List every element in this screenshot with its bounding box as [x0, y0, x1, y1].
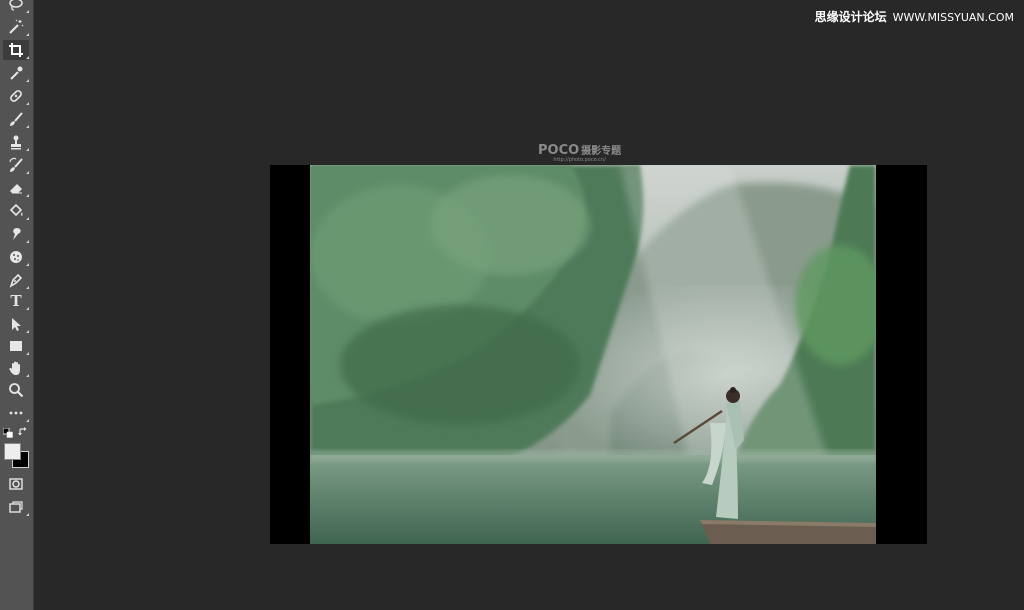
poco-subtitle: 摄影专题: [581, 146, 622, 157]
foreground-color-swatch[interactable]: [4, 443, 21, 460]
document-canvas-area[interactable]: [35, 0, 1024, 610]
type-icon: T: [10, 291, 22, 310]
path-selection-tool[interactable]: [3, 314, 29, 334]
poco-logo: POCO 摄影专题 http://photo.poco.cn/: [538, 141, 621, 163]
pen-tool[interactable]: [3, 270, 29, 290]
rectangle-tool[interactable]: [3, 336, 29, 356]
healing-brush-tool[interactable]: [3, 86, 29, 106]
healing-brush-icon: [10, 90, 22, 102]
clone-stamp-icon: [11, 135, 21, 150]
paint-bucket-tool[interactable]: [3, 201, 29, 221]
zoom-tool[interactable]: [3, 380, 29, 400]
hand-icon: [9, 361, 20, 375]
zoom-icon: [9, 383, 24, 398]
screen-mode-button[interactable]: [3, 497, 29, 517]
sponge-icon: [10, 251, 22, 263]
eyedropper-tool[interactable]: [3, 63, 29, 83]
tools-panel: T: [0, 0, 34, 610]
path-selection-icon: [12, 318, 21, 331]
brush-tool[interactable]: [3, 109, 29, 129]
clone-stamp-tool[interactable]: [3, 132, 29, 152]
magic-wand-tool[interactable]: [3, 17, 29, 37]
rectangle-icon: [10, 341, 22, 351]
swap-colors-icon[interactable]: [18, 427, 28, 437]
brush-icon: [10, 112, 23, 126]
crop-icon: [9, 43, 23, 57]
default-colors-icon[interactable]: [3, 428, 13, 438]
poco-brand: POCO: [538, 143, 580, 158]
more-tools-button[interactable]: [3, 403, 29, 423]
pen-icon: [9, 273, 23, 288]
smudge-tool[interactable]: [3, 224, 29, 244]
sponge-tool[interactable]: [3, 247, 29, 267]
eraser-icon: [10, 184, 22, 194]
document-canvas[interactable]: [270, 165, 927, 544]
history-brush-tool[interactable]: [3, 155, 29, 175]
crop-tool[interactable]: [3, 40, 29, 60]
eyedropper-icon: [10, 66, 23, 80]
history-brush-icon: [9, 157, 23, 172]
paint-bucket-icon: [9, 203, 23, 217]
screen-mode-icon: [9, 501, 23, 513]
quick-mask-icon: [9, 478, 23, 490]
eraser-tool[interactable]: [3, 178, 29, 198]
lasso-icon: [9, 0, 23, 11]
smudge-icon: [13, 228, 21, 240]
magic-wand-icon: [9, 19, 24, 34]
quick-mask-button[interactable]: [3, 474, 29, 494]
more-icon: [9, 411, 23, 415]
type-tool[interactable]: T: [3, 291, 29, 311]
lasso-tool[interactable]: [3, 0, 29, 14]
landscape-photo: [310, 165, 876, 544]
poco-url: http://photo.poco.cn/: [553, 157, 606, 163]
hand-tool[interactable]: [3, 358, 29, 378]
